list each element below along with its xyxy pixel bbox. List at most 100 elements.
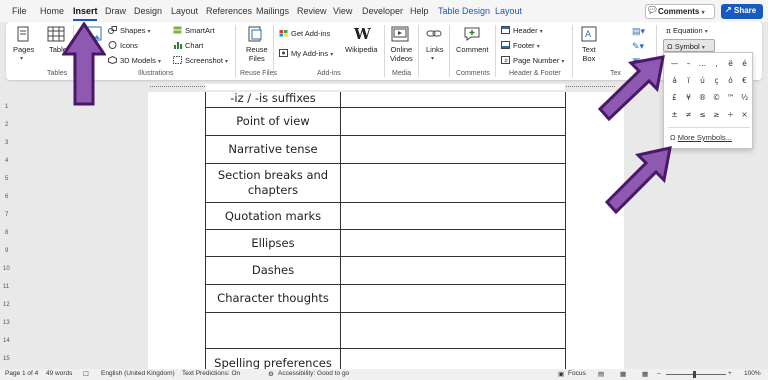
table-cell[interactable]: Dashes — [205, 257, 341, 284]
table-cell-empty[interactable] — [341, 203, 566, 229]
table-row[interactable]: Quotation marks — [205, 203, 566, 230]
comments-button[interactable]: Comments ▾ — [645, 4, 715, 19]
table-row[interactable]: Point of view — [205, 108, 566, 136]
tab-help[interactable]: Help — [410, 6, 429, 16]
table-cell-empty[interactable] — [341, 313, 566, 348]
screenshot-button[interactable]: Screenshot ▾ — [173, 56, 228, 65]
shapes-button[interactable]: Shapes ▾ — [108, 26, 151, 35]
symbol-option[interactable]: ï — [681, 73, 696, 88]
symbol-option[interactable]: — — [667, 56, 682, 71]
symbol-option[interactable]: © — [709, 90, 724, 105]
zoom-slider[interactable] — [666, 374, 726, 375]
table-cell[interactable]: Point of view — [205, 108, 341, 135]
tab-table-design[interactable]: Table Design — [438, 6, 490, 16]
symbol-button[interactable]: Ω Symbol ▾ — [663, 39, 715, 52]
table-cell[interactable]: -iz / -is suffixes — [205, 92, 341, 107]
table-cell[interactable]: Character thoughts — [205, 285, 341, 312]
table-cell-empty[interactable] — [341, 230, 566, 256]
tab-draw[interactable]: Draw — [105, 6, 126, 16]
tab-references[interactable]: References — [206, 6, 252, 16]
table-row[interactable]: Dashes — [205, 257, 566, 285]
links-button[interactable]: Links — [426, 45, 444, 54]
read-mode-icon[interactable]: ▤ — [598, 370, 604, 378]
tab-table-layout[interactable]: Layout — [495, 6, 522, 16]
share-button[interactable]: Share — [721, 4, 763, 19]
symbol-option[interactable]: ≥ — [709, 107, 724, 122]
symbol-option[interactable]: é — [737, 56, 752, 71]
comment-button[interactable]: Comment — [456, 45, 489, 54]
table-cell-empty[interactable] — [341, 92, 566, 107]
language-status[interactable]: English (United Kingdom) — [101, 370, 175, 377]
symbol-option[interactable]: ≤ — [695, 107, 710, 122]
symbol-option[interactable]: £ — [667, 90, 682, 105]
symbol-option[interactable]: ® — [695, 90, 710, 105]
get-addins-button[interactable]: Get Add-ins — [279, 29, 330, 38]
table-cell-empty[interactable] — [341, 108, 566, 135]
wikipedia-button[interactable]: Wikipedia — [345, 45, 378, 54]
zoom-in-icon[interactable]: + — [728, 370, 732, 377]
tab-review[interactable]: Review — [297, 6, 327, 16]
symbol-option[interactable]: × — [737, 107, 752, 122]
table-cell[interactable]: Section breaks and chapters — [205, 164, 341, 202]
reuse-files-button[interactable]: Reuse Files — [246, 45, 268, 63]
page-count[interactable]: Page 1 of 4 — [5, 370, 38, 377]
symbol-option[interactable]: ‚ — [709, 56, 724, 71]
table-row[interactable]: Ellipses — [205, 230, 566, 257]
3d-models-button[interactable]: 3D Models ▾ — [108, 56, 161, 65]
tab-mailings[interactable]: Mailings — [256, 6, 289, 16]
online-videos-button[interactable]: Online Videos — [390, 45, 413, 63]
chart-button[interactable]: Chart — [173, 41, 203, 50]
web-layout-icon[interactable]: ▦ — [642, 370, 648, 378]
tab-design[interactable]: Design — [134, 6, 162, 16]
table-cell[interactable]: Spelling preferences — [205, 349, 341, 369]
tab-home[interactable]: Home — [40, 6, 64, 16]
word-count[interactable]: 49 words — [46, 370, 72, 377]
table-cell[interactable]: Quotation marks — [205, 203, 341, 229]
symbol-option[interactable]: € — [737, 73, 752, 88]
symbol-option[interactable]: ÷ — [723, 107, 738, 122]
symbol-option[interactable]: ú — [695, 73, 710, 88]
table-cell[interactable]: Ellipses — [205, 230, 341, 256]
table-row[interactable]: Character thoughts — [205, 285, 566, 313]
table-cell[interactable]: Narrative tense — [205, 136, 341, 163]
signature-icon[interactable]: ✎▾ — [632, 41, 644, 52]
tab-developer[interactable]: Developer — [362, 6, 403, 16]
symbol-option[interactable]: á — [667, 73, 682, 88]
table-cell[interactable] — [205, 313, 341, 348]
quick-parts-icon[interactable]: ▤▾ — [632, 26, 645, 37]
table-cell-empty[interactable] — [341, 349, 566, 369]
symbol-option[interactable]: … — [695, 56, 710, 71]
table-row[interactable]: Section breaks and chapters — [205, 164, 566, 203]
pages-button[interactable]: Pages — [13, 45, 34, 54]
symbol-option[interactable]: ≠ — [681, 107, 696, 122]
text-box-button[interactable]: Text Box — [582, 45, 596, 63]
tab-layout[interactable]: Layout — [171, 6, 198, 16]
zoom-level[interactable]: 100% — [744, 370, 761, 377]
zoom-slider-thumb[interactable] — [693, 371, 696, 378]
proofing-icon[interactable]: ☐ — [83, 370, 89, 378]
symbol-option[interactable]: ± — [667, 107, 682, 122]
print-layout-icon[interactable]: ▩ — [620, 370, 626, 378]
document-table[interactable]: -iz / -is suffixes Point of view Narrati… — [205, 92, 566, 369]
my-addins-button[interactable]: My Add-ins ▾ — [279, 49, 333, 58]
equation-button[interactable]: π Equation ▾ — [666, 26, 708, 35]
symbol-option[interactable]: ó — [723, 73, 738, 88]
symbol-option[interactable]: ¥ — [681, 90, 696, 105]
table-row[interactable]: Spelling preferences — [205, 349, 566, 369]
table-row[interactable]: Narrative tense — [205, 136, 566, 164]
text-predictions-status[interactable]: Text Predictions: On — [182, 370, 240, 377]
focus-button[interactable]: Focus — [568, 370, 586, 377]
zoom-out-icon[interactable]: – — [657, 370, 661, 377]
accessibility-status[interactable]: Accessibility: Good to go — [278, 370, 349, 377]
table-cell-empty[interactable] — [341, 257, 566, 284]
table-cell-empty[interactable] — [341, 136, 566, 163]
symbol-option[interactable]: ™ — [723, 90, 738, 105]
table-cell-empty[interactable] — [341, 164, 566, 202]
icons-button[interactable]: Icons — [108, 41, 138, 50]
page-number-button[interactable]: # Page Number ▾ — [501, 56, 564, 65]
header-button[interactable]: Header ▾ — [501, 26, 543, 35]
symbol-option[interactable]: – — [681, 56, 696, 71]
table-row[interactable] — [205, 313, 566, 349]
tab-insert[interactable]: Insert — [73, 6, 98, 16]
more-symbols-button[interactable]: Ω More Symbols... — [670, 133, 732, 142]
